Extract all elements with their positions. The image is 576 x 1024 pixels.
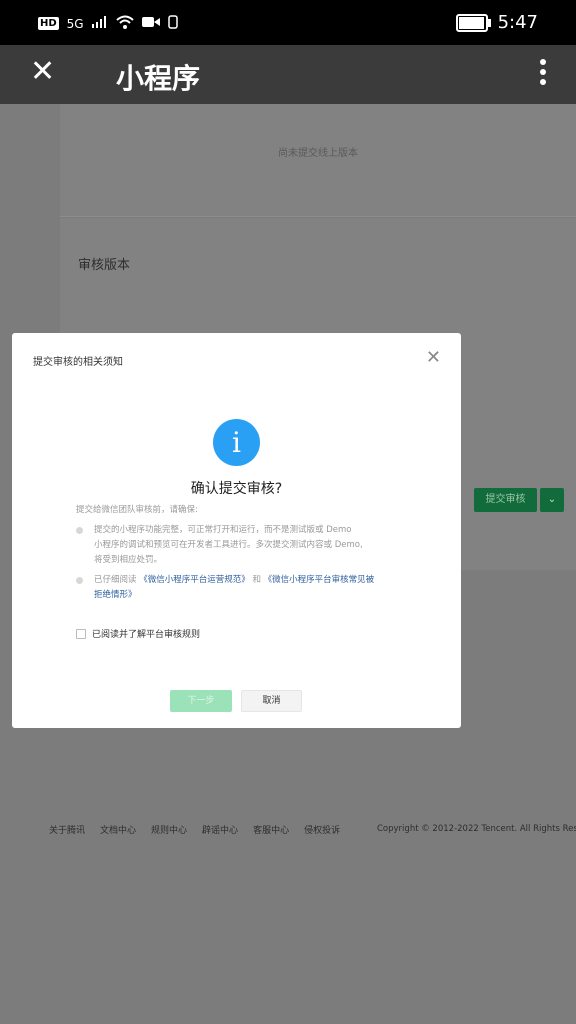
footer-link[interactable]: 辟谣中心	[202, 823, 238, 836]
next-button[interactable]: 下一步	[170, 690, 232, 712]
clock: 5:47	[497, 12, 538, 33]
submit-review-dialog: 提交审核的相关须知 ✕ i 确认提交审核? 提交给微信团队审核前，请确保: 提交…	[12, 333, 461, 728]
page-title: 小程序	[116, 62, 201, 95]
footer-link[interactable]: 文档中心	[100, 823, 136, 836]
bullet-icon	[76, 577, 83, 584]
status-left: HD 5G	[38, 15, 178, 32]
signal-icon	[91, 16, 108, 31]
sim-icon	[167, 15, 178, 32]
review-section-title: 审核版本	[78, 258, 131, 273]
dialog-heading: 确认提交审核?	[190, 481, 283, 497]
network-label: 5G	[66, 16, 84, 31]
hd-badge: HD	[38, 17, 59, 30]
agree-checkbox-row[interactable]: 已阅读并了解平台审核规则	[76, 627, 200, 640]
more-vertical-icon[interactable]	[540, 59, 548, 85]
footer-links: 关于腾讯 文档中心 规则中心 辟谣中心 客服中心 侵权投诉	[49, 823, 340, 836]
status-bar: HD 5G 5:47	[0, 0, 576, 45]
online-version-card: 尚未提交线上版本	[60, 104, 576, 217]
intro-text: 提交给微信团队审核前，请确保:	[76, 505, 198, 515]
footer-link[interactable]: 客服中心	[253, 823, 289, 836]
item-text: 已仔细阅读	[94, 575, 137, 585]
app-title-bar: ✕ 小程序	[0, 45, 576, 104]
footer-link[interactable]: 侵权投诉	[304, 823, 340, 836]
checkbox-label: 已阅读并了解平台审核规则	[92, 630, 201, 640]
info-icon: i	[213, 419, 260, 466]
item-text: 和	[252, 575, 261, 585]
bullet-icon	[76, 527, 83, 534]
dialog-title: 提交审核的相关须知	[33, 357, 123, 368]
chevron-down-icon[interactable]: ⌄	[540, 488, 564, 512]
rejection-cases-link[interactable]: 拒绝情形》	[94, 590, 137, 600]
video-icon	[141, 16, 160, 31]
ops-rules-link[interactable]: 《微信小程序平台运营规范》	[139, 575, 250, 585]
close-icon[interactable]: ✕	[426, 347, 441, 368]
item-text: 小程序的调试和预览可在开发者工具进行。多次提交测试内容或 Demo,	[94, 540, 363, 550]
item-text: 将受到相应处罚。	[94, 555, 163, 565]
no-online-version-text: 尚未提交线上版本	[278, 148, 358, 159]
submit-review-button[interactable]: 提交审核	[474, 488, 537, 512]
wifi-icon	[115, 15, 134, 32]
footer-link[interactable]: 规则中心	[151, 823, 187, 836]
cancel-button[interactable]: 取消	[241, 690, 302, 712]
close-icon[interactable]: ✕	[30, 57, 55, 87]
rejection-cases-link[interactable]: 《微信小程序平台审核常见被	[264, 575, 375, 585]
agree-checkbox[interactable]	[76, 628, 86, 639]
status-right: 5:47	[455, 12, 538, 33]
item-text: 提交的小程序功能完整，可正常打开和运行，而不是测试版或 Demo	[94, 525, 352, 535]
battery-icon	[455, 13, 491, 32]
copyright: Copyright © 2012-2022 Tencent. All Right…	[377, 824, 576, 834]
footer-link[interactable]: 关于腾讯	[49, 823, 85, 836]
